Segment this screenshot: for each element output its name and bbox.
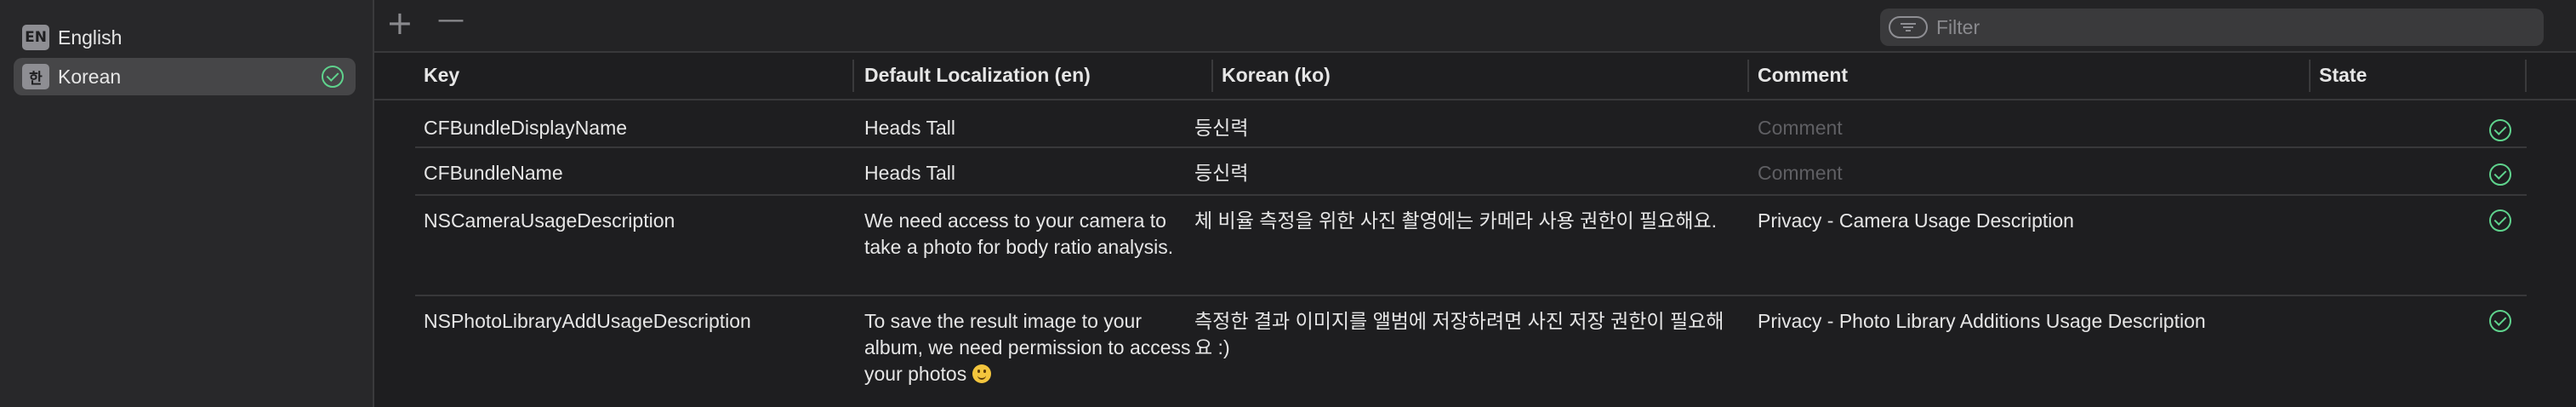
comment-cell[interactable]: Comment: [1758, 115, 1843, 141]
column-header-key[interactable]: Key: [424, 64, 459, 87]
key-cell: NSCameraUsageDescription: [424, 209, 675, 232]
default-localization-cell[interactable]: Heads Tall: [864, 160, 955, 186]
state-checkmark-icon: [2489, 209, 2511, 232]
default-localization-cell[interactable]: We need access to your camera to take a …: [864, 208, 1205, 261]
filter-input[interactable]: Filter: [1936, 16, 1980, 39]
column-header-comment[interactable]: Comment: [1758, 64, 1848, 87]
column-header-default[interactable]: Default Localization (en): [864, 64, 1091, 87]
column-divider[interactable]: [852, 60, 854, 92]
checkmark-icon: [322, 66, 344, 88]
korean-localization-cell[interactable]: 등신력: [1194, 115, 1248, 141]
key-cell: NSPhotoLibraryAddUsageDescription: [424, 310, 751, 332]
default-localization-text: To save the result image to your album, …: [864, 310, 1191, 385]
korean-localization-cell[interactable]: 체 비율 측정을 위한 사진 촬영에는 카메라 사용 권한이 필요해요.: [1194, 208, 1739, 234]
default-localization-cell[interactable]: To save the result image to your album, …: [864, 308, 1196, 387]
column-divider[interactable]: [1747, 60, 1749, 92]
filter-field[interactable]: Filter: [1880, 9, 2544, 46]
column-divider[interactable]: [2525, 60, 2527, 92]
table-row[interactable]: NSPhotoLibraryAddUsageDescription To sav…: [374, 296, 2576, 407]
table-header: Key Default Localization (en) Korean (ko…: [374, 53, 2576, 100]
column-header-state[interactable]: State: [2319, 64, 2367, 87]
column-divider[interactable]: [2309, 60, 2311, 92]
add-button[interactable]: +: [386, 7, 413, 39]
comment-cell[interactable]: Privacy - Camera Usage Description: [1758, 208, 2074, 234]
table-row[interactable]: NSCameraUsageDescription We need access …: [374, 196, 2576, 296]
column-divider[interactable]: [1211, 60, 1213, 92]
key-cell: CFBundleDisplayName: [424, 117, 628, 139]
filter-icon[interactable]: [1889, 16, 1928, 38]
key-cell: CFBundleName: [424, 162, 563, 184]
comment-cell[interactable]: Comment: [1758, 160, 1843, 186]
table-row[interactable]: CFBundleDisplayName Heads Tall 등신력 Comme…: [374, 102, 2576, 148]
smiling-face-emoji-icon: [972, 364, 991, 383]
state-checkmark-icon: [2489, 310, 2511, 332]
table-row[interactable]: CFBundleName Heads Tall 등신력 Comment: [374, 148, 2576, 196]
korean-localization-cell[interactable]: 측정한 결과 이미지를 앨범에 저장하려면 사진 저장 권한이 필요해요 :): [1194, 308, 1739, 361]
state-checkmark-icon: [2489, 119, 2511, 141]
language-item-english[interactable]: EN English: [14, 19, 356, 56]
language-label: Korean: [58, 65, 122, 88]
comment-cell[interactable]: Privacy - Photo Library Additions Usage …: [1758, 308, 2206, 335]
toolbar: + — Filter: [374, 0, 2576, 53]
state-checkmark-icon: [2489, 163, 2511, 186]
language-label: English: [58, 26, 123, 49]
language-sidebar: EN English 한 Korean: [0, 0, 374, 407]
default-localization-cell[interactable]: Heads Tall: [864, 115, 955, 141]
language-item-korean[interactable]: 한 Korean: [14, 58, 356, 95]
language-badge: 한: [22, 64, 49, 89]
column-header-korean[interactable]: Korean (ko): [1222, 64, 1331, 87]
korean-localization-cell[interactable]: 등신력: [1194, 160, 1248, 186]
language-badge: EN: [22, 25, 49, 50]
remove-button[interactable]: —: [437, 5, 464, 32]
